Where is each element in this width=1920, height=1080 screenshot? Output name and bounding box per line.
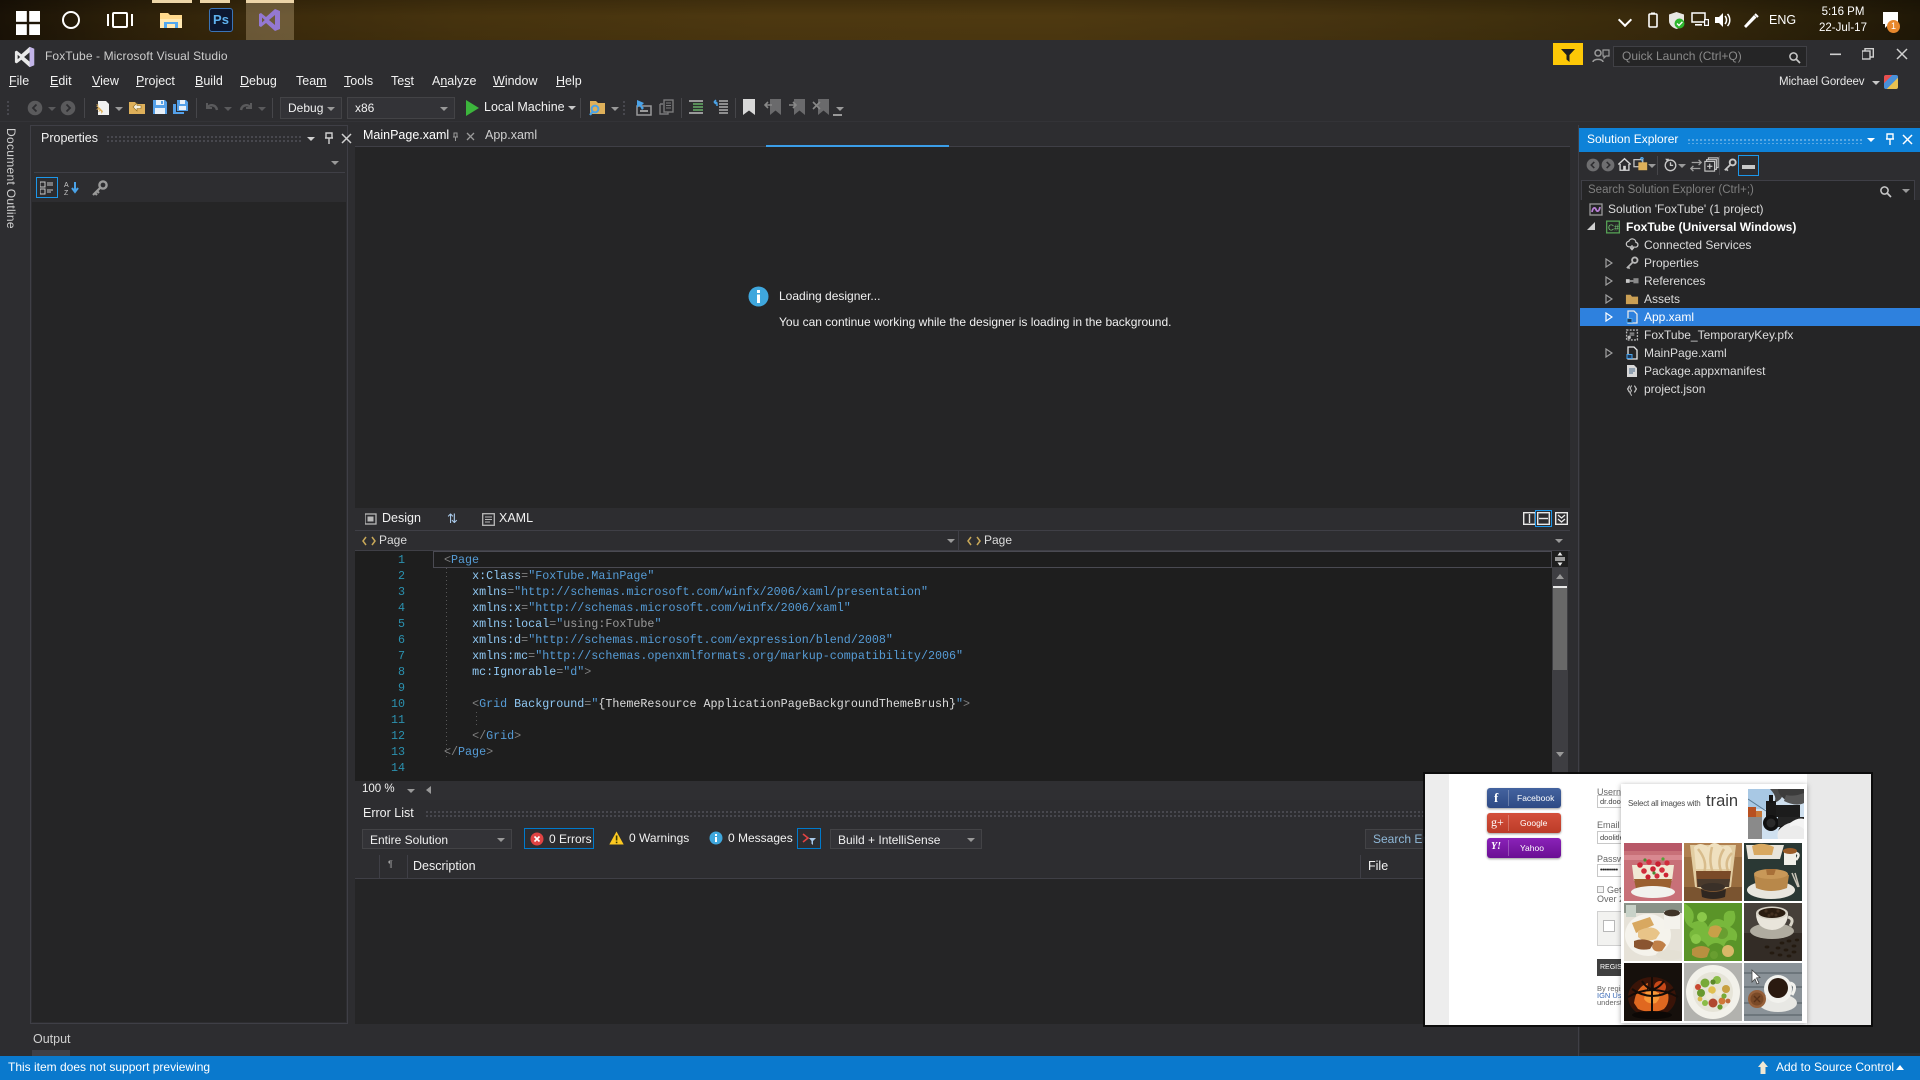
svg-text:Z: Z [64, 190, 69, 196]
svg-text:A: A [64, 182, 69, 189]
svg-text:C#: C# [1608, 222, 1619, 232]
